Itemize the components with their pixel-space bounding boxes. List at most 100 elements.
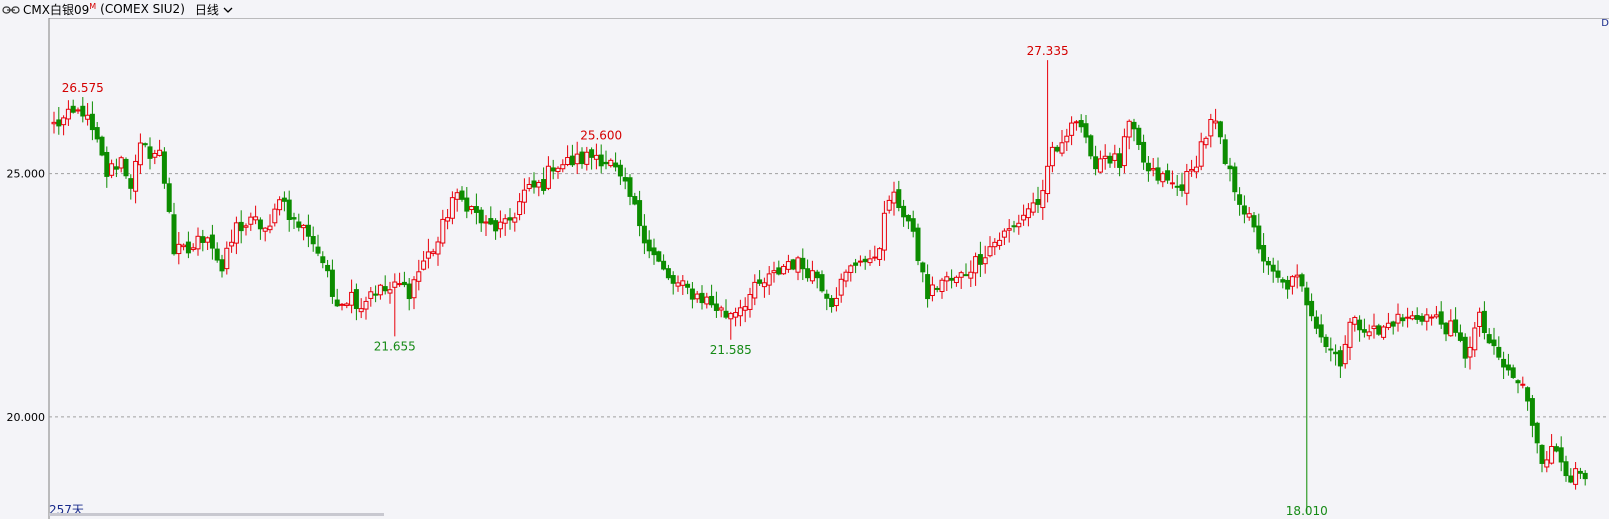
candle-down xyxy=(401,281,407,286)
candle-down xyxy=(699,292,705,304)
candle-down xyxy=(161,151,167,184)
period-selector[interactable]: 日线 xyxy=(195,1,233,18)
candle-down xyxy=(1419,315,1425,322)
horizontal-scrollbar[interactable] xyxy=(49,513,384,516)
candle-up xyxy=(1150,168,1156,171)
candle-down xyxy=(1376,325,1382,335)
candle-down xyxy=(104,151,110,177)
link-icon[interactable] xyxy=(2,4,20,14)
chevron-down-icon xyxy=(223,3,233,17)
candle-down xyxy=(1280,279,1286,283)
candle-up xyxy=(1342,343,1348,365)
candle-down xyxy=(1117,153,1123,168)
candle-down xyxy=(757,279,763,284)
candle-down xyxy=(1496,346,1502,358)
candle-up xyxy=(1069,122,1075,136)
candle-down xyxy=(94,127,100,140)
candle-up xyxy=(1016,222,1022,228)
candle-up xyxy=(1160,173,1166,183)
candle-up xyxy=(843,271,849,282)
candle-down xyxy=(1035,198,1041,205)
candle-up xyxy=(133,160,139,192)
candle-up xyxy=(1021,214,1027,221)
candle-down xyxy=(1222,139,1228,164)
candle-down xyxy=(1145,162,1151,172)
candle-down xyxy=(1285,279,1291,290)
symbol-label: CMX白银09M xyxy=(23,1,96,18)
candle-down xyxy=(1227,165,1233,170)
candle-down xyxy=(776,267,782,275)
candlestick-chart: 25.000 20.000 26.575 21.655 25.600 21.58… xyxy=(7,17,1609,519)
candle-up xyxy=(243,225,249,228)
candle-up xyxy=(411,279,417,299)
candle-up xyxy=(795,257,801,273)
candle-down xyxy=(646,239,652,252)
candle-down xyxy=(589,149,595,158)
candle-down xyxy=(613,162,619,168)
symbol-code: CMX白银09 xyxy=(23,2,90,17)
candle-up xyxy=(1347,321,1353,348)
corner-marker: D xyxy=(1601,18,1609,29)
candle-down xyxy=(1501,358,1507,368)
candle-down xyxy=(1136,127,1142,145)
candle-up xyxy=(761,282,767,288)
candle-down xyxy=(281,197,287,202)
candle-down xyxy=(382,286,388,292)
candle-down xyxy=(171,214,177,255)
candle-up xyxy=(440,218,446,244)
candle-up xyxy=(181,244,187,248)
candle-up xyxy=(1294,274,1300,278)
candle-down xyxy=(320,256,326,264)
candle-down xyxy=(1361,329,1367,333)
candle-up xyxy=(469,206,475,211)
candle-down xyxy=(910,218,916,232)
candle-up xyxy=(1059,142,1065,154)
candle-up xyxy=(358,308,364,313)
candle-down xyxy=(142,143,148,146)
candle-up xyxy=(877,248,883,260)
candle-up xyxy=(809,270,815,282)
candle-up xyxy=(277,199,283,211)
period-label: 日线 xyxy=(194,2,219,17)
candle-up xyxy=(1126,120,1132,138)
candle-up xyxy=(1184,171,1190,194)
annotation-label: 25.600 xyxy=(580,128,622,142)
candle-down xyxy=(824,293,830,299)
candle-up xyxy=(1433,314,1439,318)
candle-down xyxy=(353,289,359,310)
candle-up xyxy=(1405,316,1411,319)
candle-down xyxy=(1414,315,1420,320)
candle-up xyxy=(137,142,143,166)
candle-up xyxy=(939,279,945,292)
candle-down xyxy=(1275,270,1281,278)
candle-up xyxy=(526,184,532,189)
candle-down xyxy=(689,288,695,300)
candle-down xyxy=(296,221,302,228)
candle-up xyxy=(1520,383,1526,386)
candle-down xyxy=(637,200,643,227)
candle-down xyxy=(1318,324,1324,338)
candle-up xyxy=(1371,325,1377,330)
candle-down xyxy=(1534,422,1540,444)
candle-up xyxy=(728,313,734,320)
candle-down xyxy=(238,221,244,232)
candle-up xyxy=(555,167,561,173)
candle-down xyxy=(113,166,119,170)
candle-down xyxy=(963,274,969,277)
candle-down xyxy=(1486,334,1492,344)
candle-down xyxy=(569,155,575,166)
candle-up xyxy=(785,261,791,270)
candle-down xyxy=(1107,155,1113,164)
candle-up xyxy=(272,208,278,224)
candle-up xyxy=(958,272,964,278)
candle-down xyxy=(617,164,623,177)
candle-up xyxy=(742,306,748,311)
candle-up xyxy=(593,154,599,160)
candle-down xyxy=(373,293,379,296)
candle-up xyxy=(445,217,451,222)
candle-down xyxy=(977,254,983,265)
candle-down xyxy=(493,220,499,232)
candle-up xyxy=(929,284,935,297)
candle-up xyxy=(872,256,878,259)
candle-down xyxy=(1577,470,1583,474)
